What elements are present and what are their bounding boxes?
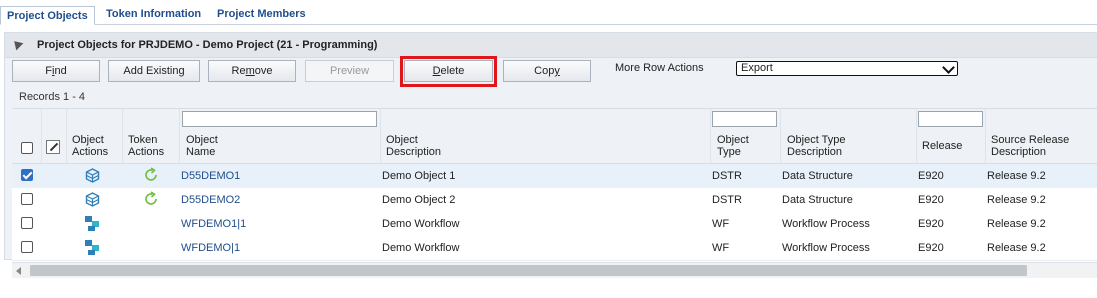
remove-button[interactable]: Remove: [208, 60, 296, 82]
collapse-icon[interactable]: [10, 37, 24, 51]
refresh-icon[interactable]: [143, 167, 159, 183]
column-divider: [122, 109, 123, 163]
horizontal-scrollbar[interactable]: [12, 262, 1097, 278]
col-object-type[interactable]: Object Type: [717, 134, 749, 158]
object-name-link[interactable]: WFDEMO1|1: [181, 218, 246, 230]
workflow-icon[interactable]: [84, 215, 100, 232]
object-name-link[interactable]: D55DEMO1: [181, 170, 240, 182]
records-count: Records 1 - 4: [19, 91, 86, 103]
object-name-link[interactable]: D55DEMO2: [181, 194, 240, 206]
col-object-type-description[interactable]: Object Type Description: [787, 134, 846, 158]
column-divider: [985, 109, 986, 163]
object-type-filter-input[interactable]: [712, 111, 777, 127]
select-all-checkbox[interactable]: [21, 142, 33, 154]
object-name-filter-input[interactable]: [182, 111, 377, 127]
object-name-link[interactable]: WFDEMO|1: [181, 242, 240, 254]
scroll-thumb[interactable]: [30, 265, 1027, 276]
edit-icon[interactable]: [46, 140, 60, 154]
column-divider: [41, 109, 42, 163]
chevron-down-icon: [942, 61, 955, 74]
object-description: Demo Object 1: [382, 170, 456, 182]
more-row-actions-label: More Row Actions: [615, 62, 704, 74]
column-divider: [780, 109, 781, 163]
project-objects-grid: Object Actions Token Actions Object Name Ob…: [12, 108, 1097, 263]
col-token-actions[interactable]: Token Actions: [128, 134, 164, 158]
find-button[interactable]: Find: [12, 60, 100, 82]
row-checkbox[interactable]: [21, 193, 33, 205]
object-description: Demo Workflow: [382, 242, 460, 254]
object-description: Demo Object 2: [382, 194, 456, 206]
object-type: WF: [712, 218, 730, 230]
col-release[interactable]: Release: [922, 140, 962, 152]
panel-header: Project Objects for PRJDEMO - Demo Proje…: [5, 33, 1097, 58]
release-filter-input[interactable]: [918, 111, 983, 127]
grid-header-row: Object Actions Token Actions Object Name Ob…: [12, 130, 1097, 164]
source-release-description: Release 9.2: [987, 218, 1046, 230]
object-type: WF: [712, 242, 730, 254]
table-row[interactable]: D55DEMO2 Demo Object 2 DSTR Data Structu…: [12, 188, 1097, 213]
col-source-release-description[interactable]: Source Release Description: [991, 134, 1069, 158]
tab-bar: Project Objects Token Information Projec…: [0, 0, 1097, 25]
add-existing-button[interactable]: Add Existing: [108, 60, 200, 82]
source-release-description: Release 9.2: [987, 194, 1046, 206]
workflow-icon[interactable]: [84, 239, 100, 256]
copy-button[interactable]: Copy: [503, 60, 591, 82]
col-object-description[interactable]: Object Description: [386, 134, 441, 158]
column-divider: [916, 109, 917, 163]
column-divider: [710, 109, 711, 163]
source-release-description: Release 9.2: [987, 170, 1046, 182]
scroll-left-icon[interactable]: [16, 267, 21, 275]
object-type: DSTR: [712, 194, 742, 206]
tab-project-members[interactable]: Project Members: [217, 5, 306, 24]
release: E920: [918, 242, 944, 254]
source-release-description: Release 9.2: [987, 242, 1046, 254]
object-type-description: Workflow Process: [782, 218, 870, 230]
row-checkbox[interactable]: [21, 169, 33, 181]
data-structure-icon[interactable]: [85, 192, 100, 207]
col-object-name[interactable]: Object Name: [186, 134, 218, 158]
col-object-actions[interactable]: Object Actions: [72, 134, 108, 158]
object-type-description: Data Structure: [782, 194, 853, 206]
tab-project-objects[interactable]: Project Objects: [0, 6, 95, 25]
column-divider: [66, 109, 67, 163]
object-type-description: Workflow Process: [782, 242, 870, 254]
object-description: Demo Workflow: [382, 218, 460, 230]
refresh-icon[interactable]: [143, 191, 159, 207]
column-divider: [380, 109, 381, 163]
release: E920: [918, 194, 944, 206]
release: E920: [918, 218, 944, 230]
table-row[interactable]: WFDEMO|1 Demo Workflow WF Workflow Proce…: [12, 236, 1097, 261]
release: E920: [918, 170, 944, 182]
panel-title: Project Objects for PRJDEMO - Demo Proje…: [37, 39, 378, 51]
more-row-actions-select[interactable]: Export: [736, 61, 958, 76]
tab-token-information[interactable]: Token Information: [106, 5, 201, 24]
select-value: Export: [741, 62, 773, 74]
data-structure-icon[interactable]: [85, 168, 100, 183]
row-checkbox[interactable]: [21, 217, 33, 229]
object-type-description: Data Structure: [782, 170, 853, 182]
column-divider: [179, 109, 180, 163]
object-type: DSTR: [712, 170, 742, 182]
table-row[interactable]: D55DEMO1 Demo Object 1 DSTR Data Structu…: [12, 164, 1097, 189]
filter-row: [12, 109, 1097, 131]
preview-button[interactable]: Preview: [305, 60, 394, 82]
row-checkbox[interactable]: [21, 241, 33, 253]
table-row[interactable]: WFDEMO1|1 Demo Workflow WF Workflow Proc…: [12, 212, 1097, 237]
delete-highlight-box: [400, 56, 497, 87]
